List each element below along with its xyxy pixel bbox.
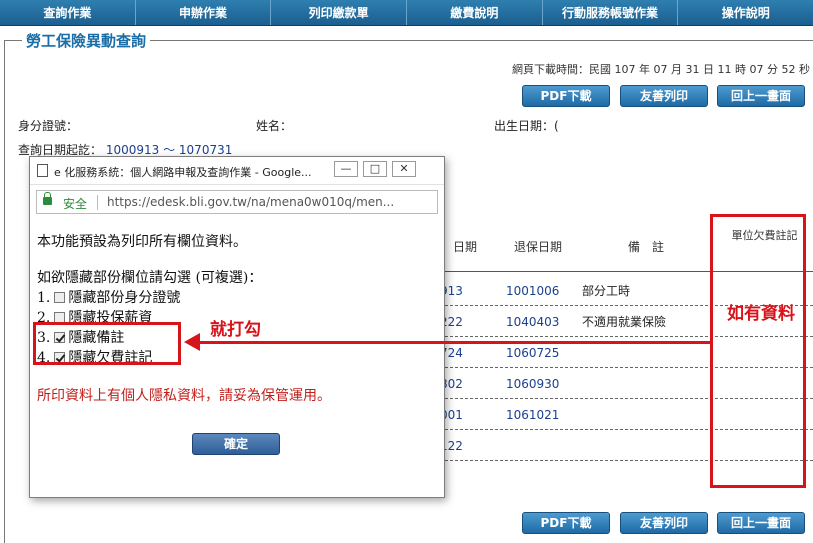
address-separator: [97, 195, 98, 210]
document-icon: [37, 164, 48, 177]
name-label: 姓名：: [256, 119, 293, 133]
nav-payment-info[interactable]: 繳費說明: [407, 0, 543, 25]
secure-label: 安全: [63, 197, 88, 211]
popup-url[interactable]: https://edesk.bli.gov.tw/na/mena0w010q/m…: [107, 195, 433, 209]
popup-titlebar: e 化服務系統：個人網路申報及查詢作業 - Google... — □ ✕: [30, 157, 444, 185]
nav-print-bill[interactable]: 列印繳款單: [271, 0, 408, 25]
top-nav: 查詢作業 申辦作業 列印繳款單 繳費說明 行動服務帳號作業 操作說明: [0, 0, 813, 26]
download-time: 網頁下載時間：民國 107 年 07 月 31 日 11 時 07 分 52 秒: [512, 63, 810, 76]
arrow-left-icon: [184, 333, 200, 351]
option-label: 隱藏部份身分證號: [68, 290, 181, 306]
nav-help[interactable]: 操作說明: [678, 0, 813, 25]
checkbox-hide-id[interactable]: [54, 292, 66, 303]
dob-label: 出生日期：(: [494, 119, 559, 133]
option-number: 1.: [37, 290, 51, 306]
arrears-column-highlight: [710, 214, 806, 488]
query-range-caption: 查詢日期起訖：: [18, 143, 103, 157]
header-withdraw-date: 退保日期: [500, 222, 576, 272]
row-withdraw-date: 1060930: [506, 377, 560, 391]
friendly-print-button-bottom[interactable]: 友善列印: [620, 512, 708, 534]
popup-title: e 化服務系統：個人網路申報及查詢作業 - Google...: [54, 166, 312, 179]
option-hide-id: 1. 隱藏部份身分證號: [37, 287, 180, 307]
close-button[interactable]: ✕: [392, 161, 416, 177]
row-withdraw-date: 1040403: [506, 315, 560, 329]
checked-options-highlight: [33, 322, 181, 365]
lock-icon: [43, 192, 52, 205]
back-button[interactable]: 回上一畫面: [717, 85, 805, 107]
id-label: 身分證號：: [18, 119, 79, 133]
annotation-if-data: 如有資料: [727, 304, 795, 324]
query-range-value: 1000913 ～ 1070731: [105, 143, 233, 157]
pdf-download-button-bottom[interactable]: PDF下載: [522, 512, 610, 534]
address-bar[interactable]: 安全 https://edesk.bli.gov.tw/na/mena0w010…: [36, 190, 438, 214]
nav-apply[interactable]: 申辦作業: [136, 0, 272, 25]
nav-mobile-account[interactable]: 行動服務帳號作業: [543, 0, 679, 25]
annotation-check-it: 就打勾: [210, 320, 261, 340]
row-withdraw-date: 1001006: [506, 284, 560, 298]
row-withdraw-date: 1061021: [506, 408, 560, 422]
annotation-arrow-line: [195, 341, 713, 344]
friendly-print-button[interactable]: 友善列印: [620, 85, 708, 107]
minimize-button[interactable]: —: [334, 161, 358, 177]
popup-intro: 本功能預設為列印所有欄位資料。: [37, 234, 247, 250]
nav-query[interactable]: 查詢作業: [0, 0, 136, 25]
row-remark: 不適用就業保險: [582, 315, 667, 329]
confirm-button[interactable]: 確定: [192, 433, 280, 455]
maximize-button[interactable]: □: [363, 161, 387, 177]
popup-instruction: 如欲隱藏部份欄位請勾選 (可複選)：: [37, 270, 263, 286]
privacy-warning: 所印資料上有個人隱私資料，請妥為保管運用。: [37, 388, 331, 404]
header-remark: 備 註: [576, 222, 716, 272]
pdf-download-button[interactable]: PDF下載: [522, 85, 610, 107]
back-button-bottom[interactable]: 回上一畫面: [717, 512, 805, 534]
page-title: 勞工保險異動查詢: [22, 30, 151, 51]
row-remark: 部分工時: [582, 284, 631, 298]
